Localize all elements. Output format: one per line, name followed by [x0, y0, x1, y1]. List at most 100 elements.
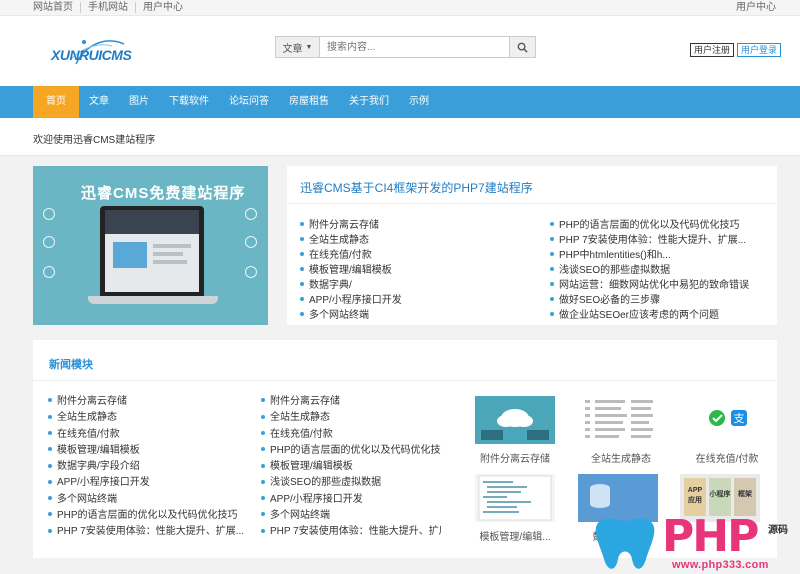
top-bar: 网站首页 手机网站 用户中心 用户中心 [0, 0, 800, 16]
hero-title[interactable]: 迅睿CMS基于CI4框架开发的PHP7建站程序 [300, 179, 533, 196]
list-item[interactable]: APP/小程序接口开发 [300, 293, 530, 308]
search-icon [517, 42, 528, 53]
list-item[interactable]: 全站生成静态 [300, 233, 530, 248]
nav-item-downloads[interactable]: 下载软件 [159, 86, 219, 118]
hero-right-list: PHP的语言层面的优化以及代码优化技巧 PHP 7安装使用体验：性能大提升、扩展… [550, 218, 750, 323]
list-item[interactable]: PHP的语言层面的优化以及代码优化技巧 [48, 508, 248, 524]
list-item[interactable]: PHP的语言层面的优化以及代码优化技巧 [261, 443, 441, 459]
search-bar: 文章 ▼ [275, 36, 536, 58]
list-item[interactable]: 数据字典/ [300, 278, 530, 293]
thumb-caption: 模板管理/编辑... [479, 532, 551, 543]
arrow-up-icon [245, 208, 257, 220]
list-item[interactable]: PHP的语言层面的优化以及代码优化技巧 [550, 218, 750, 233]
list-item[interactable]: PHP中htmlentities()和h... [550, 248, 750, 263]
app-sub-label: 应用 [688, 497, 702, 504]
news-list-middle: 附件分离云存储 全站生成静态 在线充值/付款 PHP的语言层面的优化以及代码优化… [261, 394, 441, 541]
thumb-card[interactable]: 附件分离云存储 [475, 396, 555, 465]
list-item[interactable]: APP/小程序接口开发 [261, 492, 441, 508]
hero-left-list: 附件分离云存储 全站生成静态 在线充值/付款 模板管理/编辑模板 数据字典/ A… [300, 218, 530, 323]
nav-item-forum[interactable]: 论坛问答 [219, 86, 279, 118]
watermark-logo-text: PHP [662, 511, 759, 562]
list-item[interactable]: 在线充值/付款 [48, 427, 248, 443]
list-item[interactable]: 附件分离云存储 [261, 394, 441, 410]
search-button[interactable] [509, 37, 535, 57]
thumb-card[interactable]: 模板管理/编辑... [475, 474, 555, 543]
nav-item-home[interactable]: 首页 [33, 86, 79, 118]
hero-article-box: 迅睿CMS基于CI4框架开发的PHP7建站程序 附件分离云存储 全站生成静态 在… [287, 166, 777, 325]
arrow-up-icon [43, 236, 55, 248]
list-item[interactable]: 网站运营：细数网站优化中易犯的致命错误 [550, 278, 750, 293]
nav-item-about[interactable]: 关于我们 [339, 86, 399, 118]
thumb-card[interactable]: 支 在线充值/付款 [687, 396, 767, 465]
laptop-base [88, 296, 218, 304]
list-item[interactable]: 在线充值/付款 [300, 248, 530, 263]
logo-text: XUNRUICMS [51, 47, 132, 63]
thumb-caption: 附件分离云存储 [480, 454, 550, 465]
top-link-home[interactable]: 网站首页 [33, 2, 81, 13]
list-item[interactable]: 做企业站SEOer应该考虑的两个问题 [550, 308, 750, 323]
code-editor-icon [478, 475, 552, 521]
register-button[interactable]: 用户注册 [690, 43, 735, 57]
arrow-up-icon [43, 266, 55, 278]
list-item[interactable]: 浅谈SEO的那些虚拟数据 [550, 263, 750, 278]
list-item[interactable]: 模板管理/编辑模板 [261, 459, 441, 475]
search-category-select[interactable]: 文章 ▼ [276, 37, 320, 57]
hero-banner-image[interactable]: 迅睿CMS免费建站程序 [33, 166, 268, 325]
php333-watermark: PHP 源码 www.php333.com [590, 515, 800, 574]
list-item[interactable]: 多个网站终端 [261, 508, 441, 524]
main-nav: 首页 文章 图片 下载软件 论坛问答 房屋租售 关于我们 示例 [0, 86, 800, 118]
thumb-image [475, 474, 555, 522]
list-item[interactable]: 模板管理/编辑模板 [300, 263, 530, 278]
divider [287, 203, 777, 204]
list-item[interactable]: 做好SEO必备的三步骤 [550, 293, 750, 308]
arrow-up-icon [245, 266, 257, 278]
laptop-illustration [100, 206, 204, 296]
list-item[interactable]: 浅谈SEO的那些虚拟数据 [261, 475, 441, 491]
thumb-image [581, 396, 661, 444]
file-list-icon [585, 400, 653, 438]
list-item[interactable]: APP/小程序接口开发 [48, 475, 248, 491]
list-item[interactable]: PHP 7安装使用体验：性能大提升、扩展... [48, 524, 248, 540]
watermark-url: www.php333.com [672, 559, 769, 571]
top-link-user-center[interactable]: 用户中心 [136, 2, 190, 13]
list-item[interactable]: PHP 7安装使用体验：性能大提升、扩展... [261, 524, 441, 540]
login-button[interactable]: 用户登录 [737, 43, 782, 57]
news-module-title[interactable]: 新闻模块 [49, 356, 93, 372]
welcome-text: 欢迎使用迅睿CMS建站程序 [33, 135, 156, 146]
thumb-card[interactable]: 全站生成静态 [581, 396, 661, 465]
arrow-up-icon [245, 236, 257, 248]
chevron-down-icon: ▼ [305, 43, 313, 51]
thumb-caption: 在线充值/付款 [695, 454, 759, 465]
list-item[interactable]: 全站生成静态 [48, 410, 248, 426]
list-item[interactable]: 在线充值/付款 [261, 427, 441, 443]
list-item[interactable]: 多个网站终端 [48, 492, 248, 508]
list-item[interactable]: 附件分离云存储 [300, 218, 530, 233]
search-input[interactable] [320, 37, 509, 57]
top-link-mobile[interactable]: 手机网站 [81, 2, 136, 13]
arrow-up-icon [43, 208, 55, 220]
nav-item-demo[interactable]: 示例 [399, 86, 439, 118]
list-item[interactable]: 附件分离云存储 [48, 394, 248, 410]
list-item[interactable]: PHP 7安装使用体验：性能大提升、扩展... [550, 233, 750, 248]
list-item[interactable]: 全站生成静态 [261, 410, 441, 426]
hero-image-title: 迅睿CMS免费建站程序 [81, 185, 246, 202]
tooth-logo-icon [595, 518, 655, 569]
thumb-caption: 全站生成静态 [591, 454, 651, 465]
nav-item-real-estate[interactable]: 房屋租售 [279, 86, 339, 118]
divider [33, 380, 777, 381]
top-right-user-center[interactable]: 用户中心 [736, 2, 776, 13]
cloud-icon [481, 409, 549, 440]
payment-icon: 支 [709, 410, 747, 426]
site-logo[interactable]: XUNRUICMS [46, 34, 132, 68]
thumb-image: 支 [687, 396, 767, 444]
svg-text:支: 支 [734, 412, 745, 425]
app-label: APP [687, 487, 703, 494]
nav-item-articles[interactable]: 文章 [79, 86, 119, 118]
watermark-sub-text: 源码 [768, 525, 788, 536]
list-item[interactable]: 多个网站终端 [300, 308, 530, 323]
nav-item-images[interactable]: 图片 [119, 86, 159, 118]
thumb-image [475, 396, 555, 444]
search-category-label: 文章 [282, 43, 303, 55]
list-item[interactable]: 模板管理/编辑模板 [48, 443, 248, 459]
list-item[interactable]: 数据字典/字段介绍 [48, 459, 248, 475]
